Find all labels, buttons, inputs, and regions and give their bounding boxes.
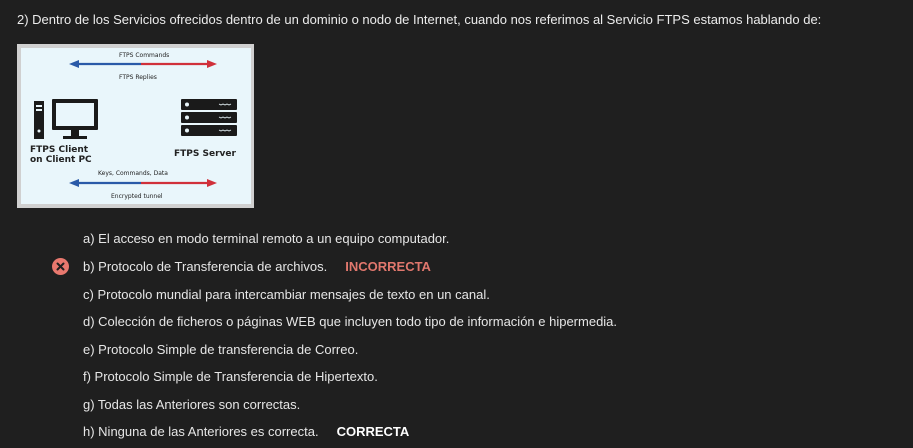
option-g-text: g) Todas las Anteriores son correctas. [83, 397, 301, 412]
option-e-text: e) Protocolo Simple de transferencia de … [83, 342, 359, 357]
client-label-line2: on Client PC [30, 155, 92, 165]
option-b: b) Protocolo de Transferencia de archivo… [83, 259, 431, 274]
option-d-text: d) Colección de ficheros o páginas WEB q… [83, 314, 618, 329]
incorrect-label: INCORRECTA [345, 259, 431, 274]
option-g: g) Todas las Anteriores son correctas. [83, 397, 300, 412]
option-h-text: h) Ninguna de las Anteriores es correcta… [83, 424, 319, 439]
label-commands: FTPS Commands [119, 52, 170, 59]
incorrect-icon [52, 258, 69, 275]
option-c-text: c) Protocolo mundial para intercambiar m… [83, 287, 490, 302]
label-keys-commands-data: Keys, Commands, Data [98, 170, 168, 177]
server-label: FTPS Server [174, 149, 236, 159]
ftps-diagram-image: FTPS Commands FTPS Replies FTPS Client o… [21, 48, 251, 204]
label-replies: FTPS Replies [119, 74, 157, 81]
option-h: h) Ninguna de las Anteriores es correcta… [83, 424, 409, 439]
option-a-text: a) El acceso en modo terminal remoto a u… [83, 231, 450, 246]
option-e: e) Protocolo Simple de transferencia de … [83, 342, 358, 357]
option-f-text: f) Protocolo Simple de Transferencia de … [83, 369, 378, 384]
option-a: a) El acceso en modo terminal remoto a u… [83, 231, 449, 246]
label-encrypted-tunnel: Encrypted tunnel [111, 193, 163, 200]
desktop-computer-icon [34, 99, 98, 139]
client-label-line1: FTPS Client [30, 145, 89, 155]
commands-arrow [69, 60, 217, 68]
server-rack-icon [181, 99, 237, 136]
option-b-text: b) Protocolo de Transferencia de archivo… [83, 259, 328, 274]
option-d: d) Colección de ficheros o páginas WEB q… [83, 314, 617, 329]
option-f: f) Protocolo Simple de Transferencia de … [83, 369, 378, 384]
option-c: c) Protocolo mundial para intercambiar m… [83, 287, 490, 302]
question-text: 2) Dentro de los Servicios ofrecidos den… [17, 12, 822, 27]
tunnel-arrow [69, 179, 217, 187]
correct-label: CORRECTA [336, 424, 410, 439]
